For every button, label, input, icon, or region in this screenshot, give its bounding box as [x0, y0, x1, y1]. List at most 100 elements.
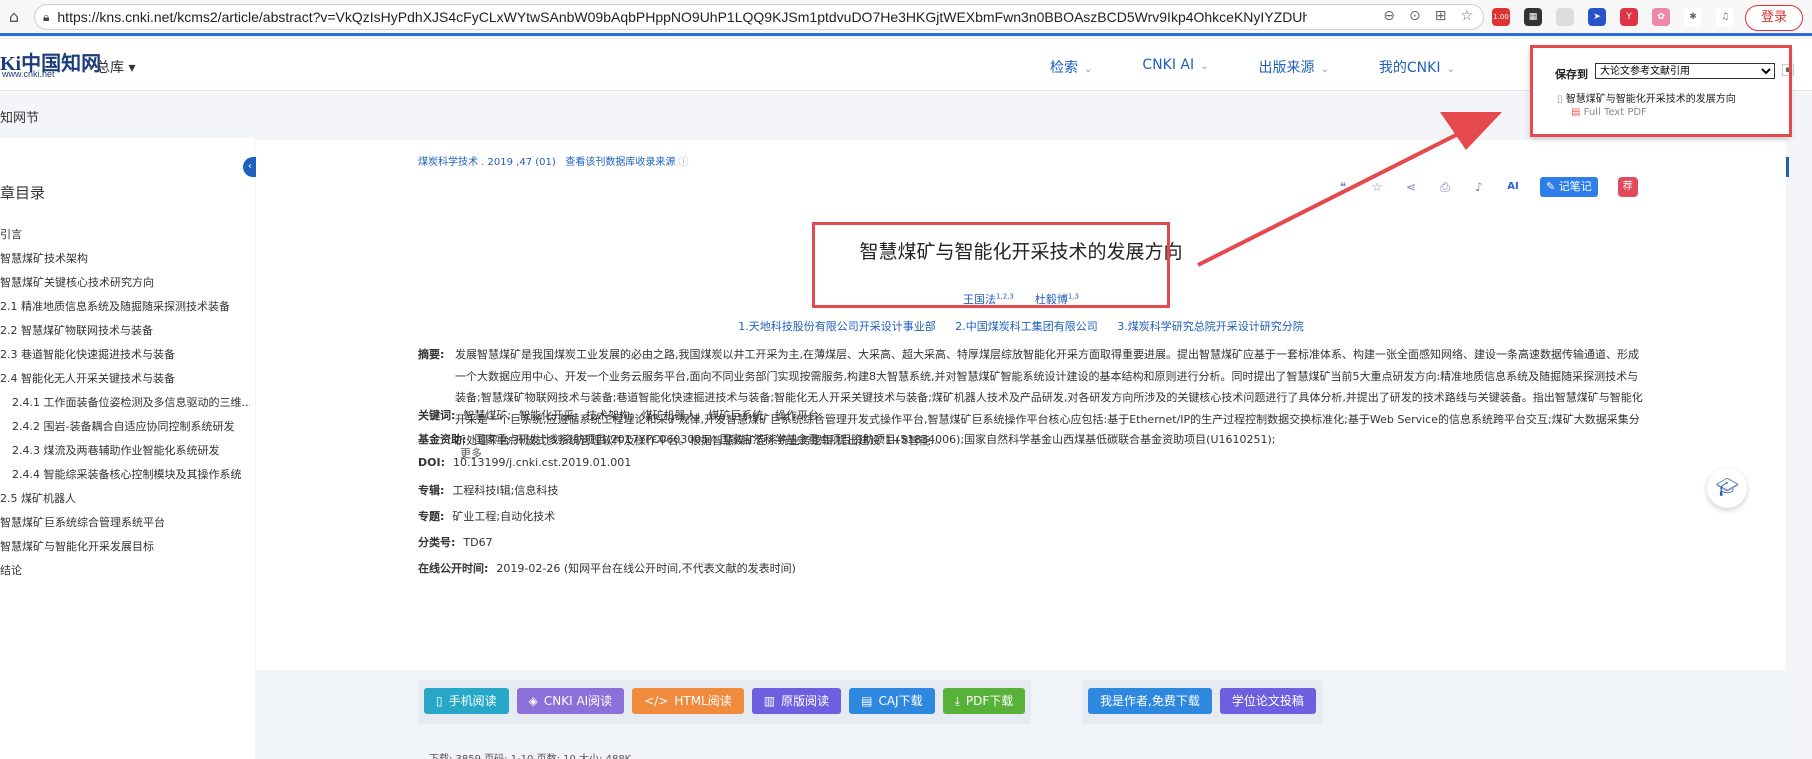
- toc-item[interactable]: 智慧煤矿技术架构: [0, 250, 250, 274]
- print-icon[interactable]: ⎙: [1438, 180, 1452, 194]
- collection-select[interactable]: 大论文参考文献引用: [1595, 63, 1775, 79]
- extension-icon[interactable]: ▦: [1524, 8, 1542, 26]
- media-icon[interactable]: ♫: [1716, 8, 1734, 26]
- toc-item[interactable]: 2.4.4 智能综采装备核心控制模块及其操作系统: [0, 466, 250, 490]
- recommend-badge[interactable]: 荐: [1617, 177, 1638, 197]
- collapse-left-icon[interactable]: ‹: [243, 157, 257, 177]
- favorite-star-icon[interactable]: ☆: [1460, 8, 1473, 24]
- chevron-down-icon: ⌄: [1084, 64, 1093, 75]
- extension-badge-icon[interactable]: 1.00: [1492, 8, 1510, 26]
- home-icon[interactable]: ⌂: [0, 7, 28, 26]
- journal-source-text[interactable]: 煤炭科学技术 . 2019 ,47 (01): [418, 157, 556, 168]
- reader-icon[interactable]: ⊙: [1409, 8, 1421, 24]
- toc-item[interactable]: 结论: [0, 562, 250, 586]
- download-button[interactable]: ▯ 手机阅读: [424, 688, 509, 714]
- keyword-link[interactable]: 操作平台;: [775, 409, 823, 422]
- share-icon[interactable]: ⋖: [1404, 180, 1418, 194]
- url-text[interactable]: https://kns.cnki.net/kcms2/article/abstr…: [57, 9, 1307, 25]
- nav-publication-source[interactable]: 出版来源 ⌄: [1259, 57, 1329, 77]
- url-tools: ⊖ ⊙ ⊞ ☆: [1383, 8, 1473, 24]
- toc-item[interactable]: 2.4 智能化无人开采关键技术与装备: [0, 370, 250, 394]
- toc-item[interactable]: 2.2 智慧煤矿物联网技术与装备: [0, 322, 250, 346]
- org-link[interactable]: 3.煤炭科学研究总院开采设计研究分院: [1117, 320, 1304, 333]
- zoom-icon[interactable]: ⊖: [1383, 8, 1395, 24]
- toc-item[interactable]: 2.4.1 工作面装备位姿检测及多信息驱动的三维...: [0, 394, 250, 418]
- org-link[interactable]: 1.天地科技股份有限公司开采设计事业部: [738, 320, 936, 333]
- org-list: 1.天地科技股份有限公司开采设计事业部 2.中国煤炭科工集团有限公司 3.煤炭科…: [256, 318, 1786, 334]
- series-row: 专辑: 工程科技Ⅰ辑;信息科技: [418, 484, 559, 497]
- toc-item[interactable]: 2.4.2 围岩-装备耦合自适应协同控制系统研发: [0, 418, 250, 442]
- nav-search[interactable]: 检索 ⌄: [1050, 57, 1092, 77]
- download-button[interactable]: ◈ CNKI AI阅读: [516, 688, 625, 714]
- source-link[interactable]: 查看该刊数据库收录来源: [565, 157, 675, 168]
- document-icon[interactable]: [1556, 8, 1574, 26]
- fund-row: 基金资助: 国家重点研发计划资助项目(2017YFC0603005); 国家自然科…: [418, 433, 1276, 446]
- translate-icon[interactable]: ⊞: [1435, 8, 1447, 24]
- classification-row: 分类号: TD67: [418, 536, 493, 549]
- nav-my-cnki[interactable]: 我的CNKI ⌄: [1379, 57, 1455, 77]
- caret-down-icon: ▾: [128, 60, 136, 76]
- pubdate-value: 2019-02-26 (知网平台在线公开时间,不代表文献的发表时间): [496, 562, 796, 575]
- author-link[interactable]: 王国法1,2,3: [963, 292, 1014, 306]
- author-link[interactable]: 杜毅博1,3: [1035, 292, 1079, 306]
- address-bar[interactable]: 🔒︎ https://kns.cnki.net/kcms2/article/ab…: [34, 4, 1484, 30]
- help-icon[interactable]: ⓘ: [679, 157, 689, 168]
- toc-list: 引言 智慧煤矿技术架构 智慧煤矿关键核心技术研究方向 2.1 精准地质信息系统及随掘随…: [0, 226, 250, 586]
- download-button[interactable]: ▤ CAJ下载: [849, 688, 935, 714]
- ai-assistant-icon[interactable]: 🎓︎: [1707, 468, 1747, 508]
- login-button[interactable]: 登录: [1745, 5, 1803, 31]
- class-value: TD67: [463, 536, 493, 549]
- author-actions-group: 我是作者,免费下载 学位论文投稿: [1082, 680, 1322, 724]
- download-button[interactable]: ⤓ PDF下载: [942, 688, 1026, 714]
- toc-item[interactable]: 引言: [0, 226, 250, 250]
- saved-item: ▯ 智慧煤矿与智能化开采技术的发展方向: [1557, 94, 1736, 105]
- toc-item[interactable]: 2.3 巷道智能化快速掘进技术与装备: [0, 346, 250, 370]
- author-action-button[interactable]: 我是作者,免费下载: [1088, 688, 1212, 714]
- author-action-button[interactable]: 学位论文投稿: [1219, 688, 1316, 714]
- youdao-icon[interactable]: Y: [1620, 8, 1638, 26]
- doi-row: DOI: 10.13199/j.cnki.cst.2019.01.001: [418, 456, 632, 469]
- keyword-link[interactable]: 技术架构;: [586, 409, 634, 422]
- author-list: 王国法1,2,3 杜毅博1,3: [256, 291, 1786, 307]
- toc-item[interactable]: 智慧煤矿巨系统综合管理系统平台: [0, 514, 250, 538]
- toc-item[interactable]: 智慧煤矿关键核心技术研究方向: [0, 274, 250, 298]
- chevron-down-icon: ⌄: [1446, 64, 1455, 75]
- close-icon[interactable]: ▪: [1782, 64, 1794, 76]
- chevron-down-icon: ⌄: [1320, 64, 1329, 75]
- alert-bell-icon[interactable]: ♪: [1472, 180, 1486, 194]
- toc-item[interactable]: 2.4.3 煤流及两巷辅助作业智能化系统研发: [0, 442, 250, 466]
- keyword-link[interactable]: 煤矿机器人;: [642, 409, 701, 422]
- cnki-logo-url: www.cnki.net: [2, 69, 55, 79]
- keywords-row: 关键词: 智慧煤矿; 智能化开采; 技术架构; 煤矿机器人; 煤矿巨系统; 操作平台;: [418, 409, 823, 422]
- toc-item[interactable]: 2.5 煤矿机器人: [0, 490, 250, 514]
- take-note-button[interactable]: ✎ 记笔记: [1540, 177, 1598, 197]
- save-to-popup: 保存到 大论文参考文献引用 ▪ ▯ 智慧煤矿与智能化开采技术的发展方向 ▤ Fu…: [1530, 47, 1794, 137]
- puzzle-icon[interactable]: ✱: [1684, 8, 1702, 26]
- nav-cnki-ai[interactable]: CNKI AI ⌄: [1142, 57, 1208, 77]
- keyword-link[interactable]: 煤矿巨系统;: [708, 409, 767, 422]
- keyword-link[interactable]: 智慧煤矿;: [463, 409, 511, 422]
- quote-icon[interactable]: ❝: [1336, 180, 1350, 194]
- ai-icon[interactable]: AI: [1506, 180, 1520, 194]
- abstract-label: 摘要:: [418, 348, 445, 361]
- lock-icon[interactable]: 🔒︎: [43, 10, 49, 25]
- toc-item[interactable]: 2.1 精准地质信息系统及随掘随采探测技术装备: [0, 298, 250, 322]
- gift-icon[interactable]: ✿: [1652, 8, 1670, 26]
- arrow-extension-icon[interactable]: ➤: [1588, 8, 1606, 26]
- chapter-toc: 章目录 引言 智慧煤矿技术架构 智慧煤矿关键核心技术研究方向 2.1 精准地质信息系统…: [0, 138, 255, 759]
- phone-icon: ▯: [436, 694, 443, 708]
- extension-bar: 1.00 ▦ ➤ Y ✿ ✱ ♫ ☆: [1492, 8, 1766, 26]
- pubdate-row: 在线公开时间: 2019-02-26 (知网平台在线公开时间,不代表文献的发表时间…: [418, 562, 796, 575]
- ai-icon: ◈: [528, 694, 538, 708]
- download-button[interactable]: </> HTML阅读: [632, 688, 744, 714]
- code-icon: </>: [644, 694, 669, 708]
- library-select[interactable]: 总库 ▾: [96, 57, 135, 77]
- download-button[interactable]: ▥ 原版阅读: [751, 688, 842, 714]
- keyword-link[interactable]: 智能化开采;: [519, 409, 578, 422]
- fund-text[interactable]: 国家重点研发计划资助项目(2017YFC0603005); 国家自然科学基金重点…: [474, 433, 1275, 446]
- doi-value: 10.13199/j.cnki.cst.2019.01.001: [452, 456, 632, 469]
- favorite-icon[interactable]: ☆: [1370, 180, 1384, 194]
- org-link[interactable]: 2.中国煤炭科工集团有限公司: [955, 320, 1098, 333]
- toc-item[interactable]: 智慧煤矿与智能化开采发展目标: [0, 538, 250, 562]
- journal-source: 煤炭科学技术 . 2019 ,47 (01) 查看该刊数据库收录来源 ⓘ: [418, 153, 689, 168]
